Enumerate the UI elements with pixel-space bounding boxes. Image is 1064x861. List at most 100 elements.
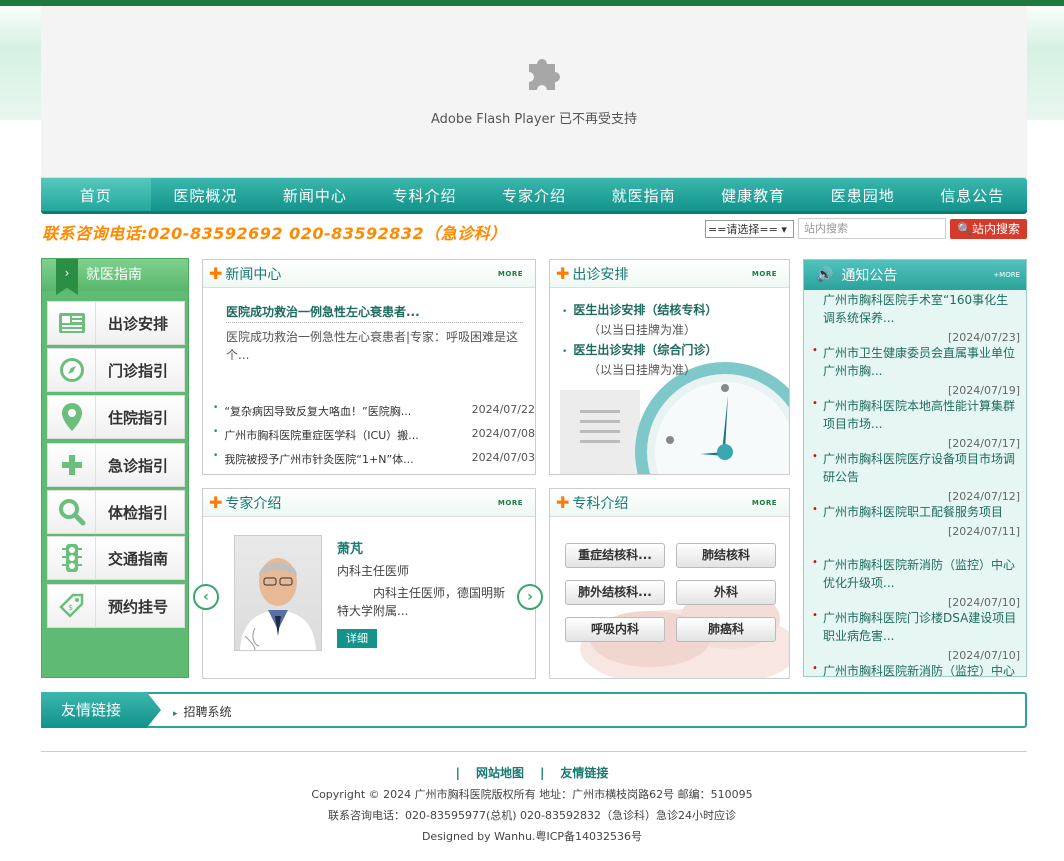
bg-left <box>0 0 41 120</box>
bullet-icon: • <box>812 557 818 568</box>
sidebar-item-outpatient[interactable]: 门诊指引 <box>47 348 185 392</box>
nav-health[interactable]: 健康教育 <box>698 178 808 211</box>
search-button[interactable]: 🔍站内搜索 <box>950 219 1027 239</box>
dept-button[interactable]: 肺癌科 <box>676 617 776 642</box>
bullet-icon: • <box>812 398 818 409</box>
dept-title: 专科介绍 <box>572 495 629 512</box>
nav-community[interactable]: 医患园地 <box>808 178 918 211</box>
clinic-item-title: 医生出诊安排（结核专科） <box>573 303 718 317</box>
plus-icon: ✚ <box>556 264 570 283</box>
search-input[interactable]: 站内搜索 <box>798 218 946 239</box>
bullet-icon: • <box>812 451 818 462</box>
footer-sitemap-link[interactable]: 网站地图 <box>476 766 524 780</box>
expert-detail-button[interactable]: 详细 <box>337 629 377 648</box>
notice-title: 通知公告 <box>841 268 898 284</box>
bullet-icon: • <box>812 663 818 674</box>
sidebar-item-label: 住院指引 <box>108 408 169 427</box>
expert-name[interactable]: 萧芃 <box>337 538 363 557</box>
expert-photo[interactable] <box>234 535 322 651</box>
expert-title: 专家介绍 <box>225 495 282 512</box>
dept-panel: ✚ 专科介绍 MORE 重症结核科... 肺结核科 肺外结核科... 外科 呼吸… <box>549 488 790 679</box>
clinic-more-link[interactable]: MORE <box>752 270 777 278</box>
dept-button[interactable]: 呼吸内科 <box>565 617 665 642</box>
footer-contact: 联系咨询电话：020-83595977(总机) 020-83592832（急诊科… <box>328 809 736 822</box>
divider <box>226 322 523 323</box>
news-item[interactable]: • “复杂病因导致反复大咯血！”医院胸... 2024/07/22 <box>213 403 535 419</box>
tag-icon: $ <box>58 593 83 618</box>
plus-icon: ✚ <box>556 493 570 512</box>
footer-links-link[interactable]: 友情链接 <box>560 766 608 780</box>
nav-overview[interactable]: 医院概况 <box>151 178 261 211</box>
clinic-item-sub: （以当日挂牌为准） <box>588 363 697 377</box>
clinic-item[interactable]: • 医生出诊安排（综合门诊） <box>562 341 717 358</box>
flash-message: Adobe Flash Player 已不再受支持 <box>430 112 638 127</box>
friend-link-item[interactable]: ▸ 招聘系统 <box>173 703 232 720</box>
main-nav: 首页 医院概况 新闻中心 专科介绍 专家介绍 就医指南 健康教育 医患园地 信息… <box>41 178 1027 214</box>
sidebar-item-emergency[interactable]: 急诊指引 <box>47 443 185 487</box>
magnifier-icon <box>58 499 85 526</box>
location-pin-icon <box>61 403 82 431</box>
dept-header: ✚ 专科介绍 MORE <box>550 489 789 517</box>
notice-item[interactable]: • 广州市胸科医院门诊楼DSA建设项目职业病危害... [2024/07/10] <box>812 609 1020 665</box>
nav-guide[interactable]: 就医指南 <box>589 178 699 211</box>
expert-desc: 内科主任医师，德国明斯特大学附属... <box>337 586 506 618</box>
news-item[interactable]: • 广州市胸科医院重症医学科（ICU）搬... 2024/07/08 <box>213 427 535 443</box>
notice-item[interactable]: 广州市胸科医院手术室“160事化生调系统保养... [2024/07/23] <box>812 291 1020 347</box>
notice-item[interactable]: • 广州市胸科医院新消防（监控）中心 <box>812 662 1020 676</box>
news-item[interactable]: • 我院被授予广州市针灸医院“1+N”体... 2024/07/03 <box>213 451 535 467</box>
nav-experts[interactable]: 专家介绍 <box>479 178 589 211</box>
bullet-icon: • <box>812 504 818 515</box>
sidebar-item-label: 预约挂号 <box>108 597 169 616</box>
sidebar-item-booking[interactable]: $ 预约挂号 <box>47 584 185 628</box>
sidebar-item-schedule[interactable]: 出诊安排 <box>47 301 185 345</box>
expert-more-link[interactable]: MORE <box>498 499 523 507</box>
sidebar-item-label: 门诊指引 <box>108 361 169 380</box>
news-item-title: “复杂病因导致反复大咯血！”医院胸... <box>224 405 412 418</box>
clinic-header: ✚ 出诊安排 MORE <box>550 260 789 288</box>
sidebar-item-checkup[interactable]: 体检指引 <box>47 490 185 534</box>
prev-arrow-icon[interactable]: ‹ <box>193 584 219 610</box>
bullet-icon: • <box>562 347 568 357</box>
notice-item-title: 广州市胸科医院门诊楼DSA建设项目职业病危害... <box>823 611 1017 643</box>
notice-item[interactable]: • 广州市卫生健康委员会直属事业单位广州市胸... [2024/07/19] <box>812 344 1020 400</box>
dept-more-link[interactable]: MORE <box>752 499 777 507</box>
expert-header: ✚ 专家介绍 MORE <box>203 489 535 517</box>
separator: | <box>455 766 460 780</box>
friend-links-title: 友情链接 <box>41 692 161 728</box>
notice-item[interactable]: • 广州市胸科医院本地高性能计算集群项目市场... [2024/07/17] <box>812 397 1020 453</box>
news-title: 新闻中心 <box>225 266 282 283</box>
notice-item[interactable]: • 广州市胸科医院新消防（监控）中心优化升级项... [2024/07/10] <box>812 556 1020 612</box>
news-featured-title[interactable]: 医院成功救治一例急性左心衰患者... <box>226 303 420 320</box>
notice-item[interactable]: • 广州市胸科医院医疗设备项目市场调研公告 [2024/07/12] <box>812 450 1020 506</box>
sidebar-item-label: 出诊安排 <box>108 314 169 333</box>
nav-notice[interactable]: 信息公告 <box>918 178 1028 211</box>
notice-item[interactable]: • 广州市胸科医院职工配餐服务项目 [2024/07/11] <box>812 503 1020 541</box>
search-category-select[interactable]: ==请选择== ▾ <box>705 220 794 238</box>
dept-button[interactable]: 肺外结核科... <box>565 580 665 605</box>
hotline: 联系咨询电话:020-83592692 020-83592832（急诊科） <box>42 224 507 243</box>
notice-more-link[interactable]: +MORE <box>993 271 1020 279</box>
sidebar-item-inpatient[interactable]: 住院指引 <box>47 395 185 439</box>
notice-scroll[interactable]: 广州市胸科医院手术室“160事化生调系统保养... [2024/07/23] • 广… <box>804 290 1026 676</box>
clinic-panel: ✚ 出诊安排 MORE • 医生出诊安排（结核专科） （以当日挂牌为准） • 医生出… <box>549 259 790 475</box>
bullet-icon: • <box>562 307 568 317</box>
sidebar-item-traffic[interactable]: 交通指南 <box>47 536 185 580</box>
bullet-icon: ▸ <box>173 709 178 719</box>
clinic-title: 出诊安排 <box>572 266 629 283</box>
dept-button[interactable]: 肺结核科 <box>676 543 776 568</box>
search-select-value: ==请选择== <box>708 223 778 236</box>
flash-banner: Adobe Flash Player 已不再受支持 <box>41 6 1027 178</box>
dept-button[interactable]: 重症结核科... <box>565 543 665 568</box>
next-arrow-icon[interactable]: › <box>517 584 543 610</box>
clinic-item[interactable]: • 医生出诊安排（结核专科） <box>562 301 717 318</box>
news-item-title: 广州市胸科医院重症医学科（ICU）搬... <box>224 429 419 442</box>
dept-button[interactable]: 外科 <box>676 580 776 605</box>
nav-home[interactable]: 首页 <box>41 178 151 211</box>
nav-departments[interactable]: 专科介绍 <box>370 178 480 211</box>
nav-news[interactable]: 新闻中心 <box>260 178 370 211</box>
news-more-link[interactable]: MORE <box>498 270 523 278</box>
notice-item-title: 广州市卫生健康委员会直属事业单位广州市胸... <box>823 346 1016 378</box>
notice-panel: 🔊 通知公告 +MORE 广州市胸科医院手术室“160事化生调系统保养... [2… <box>803 259 1027 677</box>
news-header: ✚ 新闻中心 MORE <box>203 260 535 288</box>
news-item-title: 我院被授予广州市针灸医院“1+N”体... <box>224 453 414 466</box>
